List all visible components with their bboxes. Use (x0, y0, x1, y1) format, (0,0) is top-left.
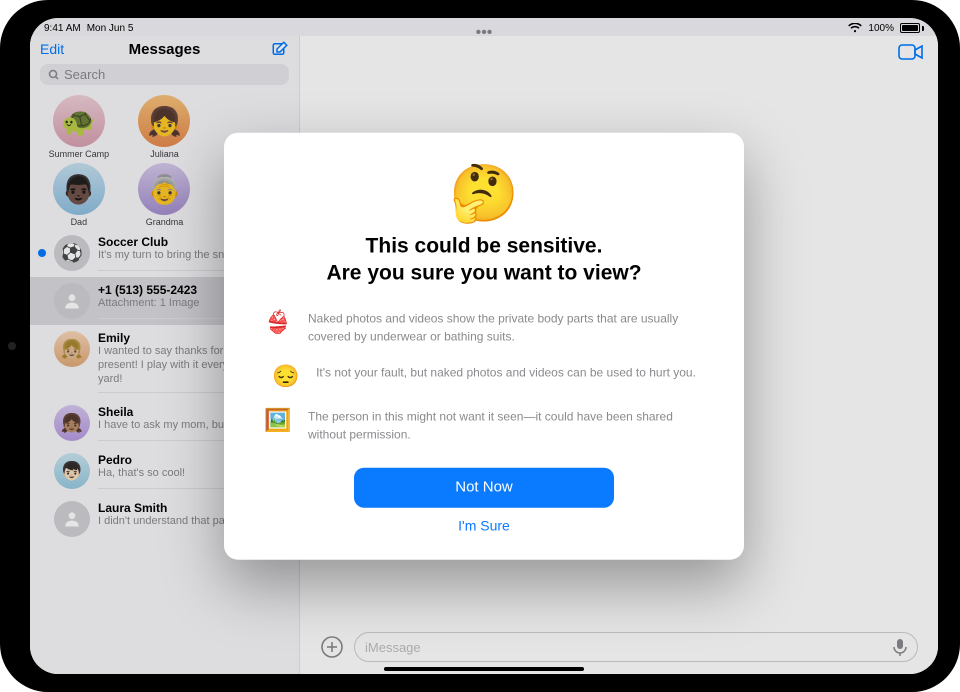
ipad-frame: 9:41 AM Mon Jun 5 ••• 100% Edit Messages (0, 0, 960, 692)
thinking-face-icon: 🤔 (449, 161, 519, 227)
pensive-face-icon: 😔 (272, 363, 300, 389)
swimsuit-icon: 👙 (264, 309, 292, 345)
not-now-button[interactable]: Not Now (354, 467, 614, 507)
modal-bullet: 👙 Naked photos and videos show the priva… (264, 309, 704, 345)
bullet-text: The person in this might not want it see… (308, 407, 704, 443)
home-indicator[interactable] (384, 667, 584, 671)
modal-heading: This could be sensitive. Are you sure yo… (326, 233, 641, 288)
picture-frame-icon: 🖼️ (264, 407, 292, 443)
im-sure-button[interactable]: I'm Sure (458, 517, 510, 533)
bullet-text: It's not your fault, but naked photos an… (316, 363, 696, 389)
screen: 9:41 AM Mon Jun 5 ••• 100% Edit Messages (30, 18, 938, 674)
bullet-text: Naked photos and videos show the private… (308, 309, 704, 345)
sensitive-content-modal: 🤔 This could be sensitive. Are you sure … (224, 133, 744, 560)
modal-bullet: 😔 It's not your fault, but naked photos … (272, 363, 696, 389)
modal-bullet: 🖼️ The person in this might not want it … (264, 407, 704, 443)
